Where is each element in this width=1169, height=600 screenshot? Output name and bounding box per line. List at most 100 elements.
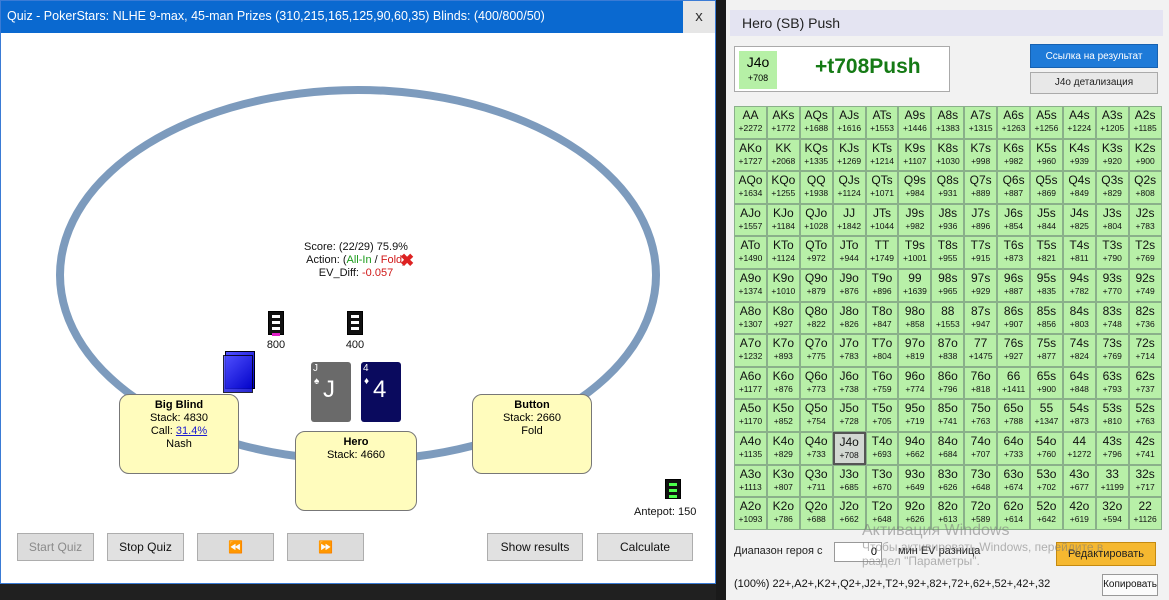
range-cell[interactable]: J9o +876 bbox=[832, 268, 866, 302]
range-cell[interactable]: T4o +693 bbox=[865, 431, 899, 465]
range-cell[interactable]: 85s +856 bbox=[1030, 301, 1063, 335]
range-cell[interactable]: 33 +1199 bbox=[1095, 464, 1129, 498]
range-cell[interactable]: T6o +759 bbox=[865, 366, 899, 400]
range-cell[interactable]: K6s +982 bbox=[997, 138, 1031, 172]
range-cell[interactable]: ATs +1553 bbox=[865, 106, 899, 139]
range-cell[interactable]: K2s +900 bbox=[1128, 138, 1162, 172]
range-cell[interactable]: QTs +1071 bbox=[865, 171, 899, 204]
range-cell[interactable]: JTo +944 bbox=[832, 236, 866, 269]
range-cell[interactable]: Q9o +879 bbox=[799, 268, 833, 302]
range-cell[interactable]: K3s +920 bbox=[1095, 138, 1129, 172]
range-cell[interactable]: K5s +960 bbox=[1030, 138, 1063, 172]
range-cell[interactable]: A8o +1307 bbox=[734, 301, 767, 335]
stop-quiz-button[interactable]: Stop Quiz bbox=[107, 533, 184, 561]
range-cell[interactable]: K2o +786 bbox=[766, 497, 800, 530]
range-cell[interactable]: A5o +1170 bbox=[734, 399, 767, 432]
range-cell[interactable]: Q6s +887 bbox=[997, 171, 1031, 204]
range-cell[interactable]: 53o +702 bbox=[1030, 464, 1063, 498]
range-cell[interactable]: K5o +852 bbox=[766, 399, 800, 432]
range-cell[interactable]: 75s +877 bbox=[1030, 334, 1063, 367]
calculate-button[interactable]: Calculate bbox=[597, 533, 693, 561]
range-cell[interactable]: 66 +1411 bbox=[997, 366, 1031, 400]
range-cell[interactable]: T5s +821 bbox=[1030, 236, 1063, 269]
range-cell[interactable]: 86s +907 bbox=[997, 301, 1031, 335]
range-cell[interactable]: Q7s +889 bbox=[964, 171, 998, 204]
range-cell[interactable]: T9o +896 bbox=[865, 268, 899, 302]
range-cell[interactable]: Q5s +869 bbox=[1030, 171, 1063, 204]
range-cell[interactable]: 95s +835 bbox=[1030, 268, 1063, 302]
range-cell[interactable]: 84o +684 bbox=[931, 431, 965, 465]
range-cell[interactable]: J5o +728 bbox=[832, 399, 866, 432]
range-cell[interactable]: AKo +1727 bbox=[734, 138, 767, 172]
range-cell[interactable]: 43s +796 bbox=[1095, 431, 1129, 465]
range-cell[interactable]: 63o +674 bbox=[997, 464, 1031, 498]
range-cell[interactable]: K4o +829 bbox=[766, 431, 800, 465]
range-cell[interactable]: J9s +982 bbox=[898, 203, 932, 237]
range-cell[interactable]: 43o +677 bbox=[1062, 464, 1096, 498]
range-cell[interactable]: AKs +1772 bbox=[766, 106, 800, 139]
range-cell[interactable]: 64s +848 bbox=[1062, 366, 1096, 400]
range-cell[interactable]: 94o +662 bbox=[898, 431, 932, 465]
range-cell[interactable]: AQs +1688 bbox=[799, 106, 833, 139]
range-cell[interactable]: A9s +1446 bbox=[898, 106, 932, 139]
range-cell[interactable]: 44 +1272 bbox=[1062, 431, 1096, 465]
range-cell[interactable]: A4s +1224 bbox=[1062, 106, 1096, 139]
range-cell[interactable]: J6s +854 bbox=[997, 203, 1031, 237]
range-cell[interactable]: 74o +707 bbox=[964, 431, 998, 465]
range-cell[interactable]: J3o +685 bbox=[832, 464, 866, 498]
range-cell[interactable]: 62s +737 bbox=[1128, 366, 1162, 400]
range-cell[interactable]: KQs +1335 bbox=[799, 138, 833, 172]
range-cell[interactable]: AJs +1616 bbox=[832, 106, 866, 139]
range-cell[interactable]: 96o +774 bbox=[898, 366, 932, 400]
hand-detail-button[interactable]: J4o детализация bbox=[1030, 72, 1158, 94]
range-cell[interactable]: A7o +1232 bbox=[734, 334, 767, 367]
range-cell[interactable]: 22 +1126 bbox=[1128, 497, 1162, 530]
range-cell[interactable]: 93s +770 bbox=[1095, 268, 1129, 302]
range-cell[interactable]: J4o +708 bbox=[832, 431, 866, 465]
range-cell[interactable]: K4s +939 bbox=[1062, 138, 1096, 172]
range-cell[interactable]: A7s +1315 bbox=[964, 106, 998, 139]
range-cell[interactable]: A5s +1256 bbox=[1030, 106, 1063, 139]
range-cell[interactable]: K3o +807 bbox=[766, 464, 800, 498]
range-cell[interactable]: ATo +1490 bbox=[734, 236, 767, 269]
range-cell[interactable]: KJo +1184 bbox=[766, 203, 800, 237]
range-cell[interactable]: T7o +804 bbox=[865, 334, 899, 367]
range-cell[interactable]: A4o +1135 bbox=[734, 431, 767, 465]
range-cell[interactable]: 92s +749 bbox=[1128, 268, 1162, 302]
range-cell[interactable]: A9o +1374 bbox=[734, 268, 767, 302]
range-cell[interactable]: 55 +1347 bbox=[1030, 399, 1063, 432]
range-cell[interactable]: 87o +838 bbox=[931, 334, 965, 367]
range-cell[interactable]: J6o +738 bbox=[832, 366, 866, 400]
range-cell[interactable]: 98o +858 bbox=[898, 301, 932, 335]
range-cell[interactable]: QJo +1028 bbox=[799, 203, 833, 237]
range-cell[interactable]: 85o +741 bbox=[931, 399, 965, 432]
range-cell[interactable]: K8s +1030 bbox=[931, 138, 965, 172]
range-cell[interactable]: Q2s +808 bbox=[1128, 171, 1162, 204]
range-cell[interactable]: 93o +649 bbox=[898, 464, 932, 498]
range-cell[interactable]: K8o +927 bbox=[766, 301, 800, 335]
range-cell[interactable]: KTo +1124 bbox=[766, 236, 800, 269]
range-cell[interactable]: Q4o +733 bbox=[799, 431, 833, 465]
range-cell[interactable]: Q4s +849 bbox=[1062, 171, 1096, 204]
close-icon[interactable]: x bbox=[683, 1, 715, 33]
range-cell[interactable]: A3s +1205 bbox=[1095, 106, 1129, 139]
range-cell[interactable]: J8o +826 bbox=[832, 301, 866, 335]
range-cell[interactable]: 74s +824 bbox=[1062, 334, 1096, 367]
range-cell[interactable]: JTs +1044 bbox=[865, 203, 899, 237]
range-cell[interactable]: 95o +719 bbox=[898, 399, 932, 432]
range-cell[interactable]: 94s +782 bbox=[1062, 268, 1096, 302]
range-cell[interactable]: 65s +900 bbox=[1030, 366, 1063, 400]
range-cell[interactable]: A2s +1185 bbox=[1128, 106, 1162, 139]
range-cell[interactable]: A6o +1177 bbox=[734, 366, 767, 400]
range-cell[interactable]: K9o +1010 bbox=[766, 268, 800, 302]
prev-button[interactable]: ⏪ bbox=[197, 533, 274, 561]
range-cell[interactable]: J2o +662 bbox=[832, 497, 866, 530]
range-cell[interactable]: J5s +844 bbox=[1030, 203, 1063, 237]
range-cell[interactable]: 77 +1475 bbox=[964, 334, 998, 367]
range-cell[interactable]: Q7o +775 bbox=[799, 334, 833, 367]
range-cell[interactable]: KTs +1214 bbox=[865, 138, 899, 172]
range-cell[interactable]: TT +1749 bbox=[865, 236, 899, 269]
range-cell[interactable]: AA +2272 bbox=[734, 106, 767, 139]
range-cell[interactable]: K9s +1107 bbox=[898, 138, 932, 172]
range-cell[interactable]: AQo +1634 bbox=[734, 171, 767, 204]
